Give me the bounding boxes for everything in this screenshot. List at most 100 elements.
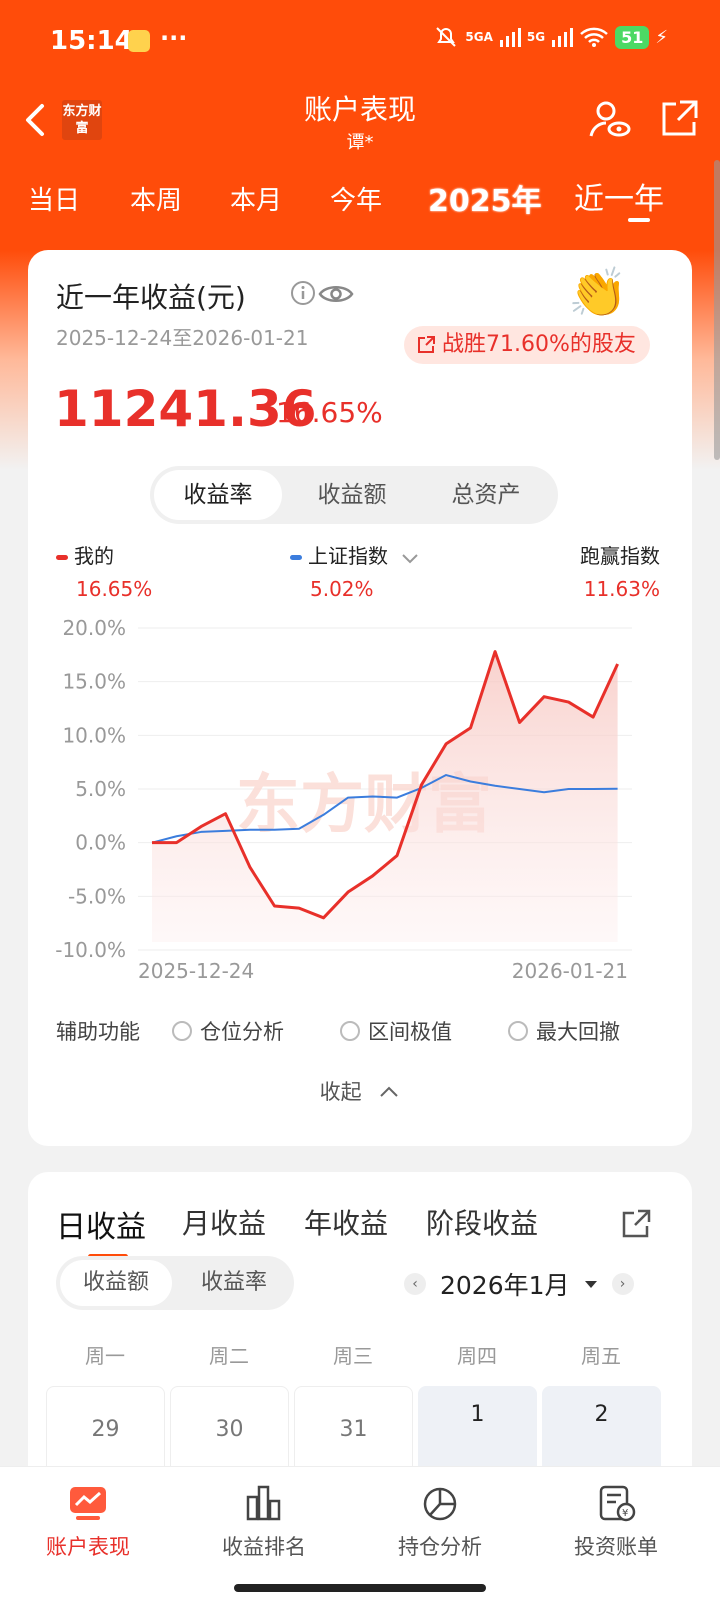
calendar-day[interactable]: 31: [294, 1386, 413, 1476]
pie-chart-icon: [423, 1487, 457, 1521]
legend-mine-label: 我的: [74, 544, 114, 568]
share-icon[interactable]: [620, 1208, 652, 1240]
metric-segment: 收益率 收益额 总资产: [150, 466, 558, 524]
weekday-label: 周一: [85, 1344, 125, 1368]
radio-icon: [508, 1021, 528, 1041]
legend-index-swatch: [290, 555, 302, 560]
return-chart[interactable]: 20.0%15.0%10.0%5.0%0.0%-5.0%-10.0%东方财富20…: [28, 610, 692, 980]
y-tick-label: 10.0%: [62, 723, 126, 747]
legend-mine-value: 16.65%: [76, 577, 153, 601]
legend-mine: 我的 16.65%: [56, 540, 152, 601]
profit-card: 近一年收益(元) 2025-12-24至2026-01-21 👏 战胜71.60…: [28, 250, 692, 1146]
performance-icon: [70, 1487, 106, 1520]
month-picker: ‹ 2026年1月 ›: [404, 1266, 634, 1302]
legend-index[interactable]: 上证指数 5.02%: [290, 540, 420, 601]
notification-app-icon: [128, 30, 150, 52]
tab-this-year[interactable]: 今年: [330, 180, 382, 217]
network-5g-label: 5G: [526, 30, 546, 44]
weekday-label: 周四: [457, 1344, 497, 1368]
y-tick-label: 0.0%: [75, 831, 126, 855]
date-range: 2025-12-24至2026-01-21: [56, 326, 309, 350]
more-notifications-icon: ···: [160, 24, 188, 52]
tab-monthly[interactable]: 月收益: [182, 1202, 266, 1242]
tab-yearly[interactable]: 年收益: [304, 1202, 388, 1242]
nav-holding-analysis[interactable]: 持仓分析: [370, 1483, 510, 1561]
profit-rate: 16.65%: [276, 396, 383, 429]
nav-label: 账户表现: [46, 1535, 130, 1559]
aux-label: 辅助功能: [56, 1020, 140, 1044]
y-tick-label: 15.0%: [62, 670, 126, 694]
segment-amount[interactable]: 收益额: [60, 1260, 172, 1306]
active-tab-indicator: [628, 218, 650, 222]
nav-bar: 东方财富 账户表现 谭*: [0, 80, 720, 160]
beat-badge[interactable]: 战胜71.60%的股友: [404, 326, 650, 364]
wifi-icon: [580, 27, 608, 47]
nav-label: 投资账单: [574, 1535, 658, 1559]
tab-week[interactable]: 本周: [130, 180, 182, 217]
calendar-day[interactable]: 30: [170, 1386, 289, 1476]
y-tick-label: -10.0%: [55, 938, 126, 962]
profit-title: 近一年收益(元): [56, 281, 246, 314]
bar-chart-icon: [246, 1485, 281, 1521]
legend-beat: 跑赢指数 11.63%: [580, 540, 660, 601]
status-time: 15:14: [50, 26, 133, 56]
chevron-down-icon: [402, 553, 419, 563]
returns-segment: 收益额 收益率: [56, 1256, 294, 1310]
weekday-label: 周三: [333, 1344, 373, 1368]
period-tabs: 当日 本周 本月 今年 2025年 近一年: [0, 172, 720, 228]
clapping-hands-icon: 👏: [568, 265, 628, 321]
chevron-up-icon: [380, 1086, 399, 1097]
user-view-icon[interactable]: [588, 98, 632, 142]
tab-stage[interactable]: 阶段收益: [426, 1202, 538, 1242]
nav-account-performance[interactable]: 账户表现: [18, 1483, 158, 1561]
eye-icon[interactable]: [318, 282, 354, 306]
calendar-day[interactable]: 29: [46, 1386, 165, 1476]
legend-index-value: 5.02%: [310, 577, 374, 601]
tab-daily[interactable]: 日收益: [56, 1202, 146, 1246]
legend-index-label: 上证指数: [308, 544, 388, 568]
signal-icon-2: [552, 28, 574, 47]
aux-option-label: 仓位分析: [200, 1020, 284, 1044]
battery-level: 51: [615, 25, 650, 49]
info-icon[interactable]: [290, 280, 316, 306]
y-tick-label: 20.0%: [62, 616, 126, 640]
aux-option-label: 最大回撤: [536, 1020, 620, 1044]
status-bar: 15:14 ··· 5GA 5G 51 ⚡: [0, 0, 720, 80]
bottom-nav: 账户表现 收益排名 持仓分析 ¥ 投资账单: [0, 1466, 720, 1600]
aux-max-drawdown[interactable]: 最大回撤: [508, 1016, 620, 1046]
aux-position-analysis[interactable]: 仓位分析: [172, 1016, 284, 1046]
nav-investment-bill[interactable]: ¥ 投资账单: [546, 1483, 686, 1561]
caret-down-icon[interactable]: [584, 1279, 598, 1289]
x-start-label: 2025-12-24: [138, 959, 254, 980]
tab-today[interactable]: 当日: [28, 180, 80, 217]
segment-amount[interactable]: 收益额: [288, 470, 416, 520]
tab-last-year[interactable]: 近一年: [574, 174, 664, 218]
prev-month-icon[interactable]: ‹: [404, 1273, 426, 1295]
y-tick-label: -5.0%: [68, 884, 126, 908]
next-month-icon[interactable]: ›: [611, 1273, 634, 1295]
weekday-label: 周五: [581, 1344, 621, 1368]
charging-icon: ⚡: [655, 26, 668, 48]
calendar-day[interactable]: 1: [418, 1386, 537, 1476]
nav-profit-ranking[interactable]: 收益排名: [194, 1483, 334, 1561]
aux-option-label: 区间极值: [368, 1020, 452, 1044]
aux-range-extreme[interactable]: 区间极值: [340, 1016, 452, 1046]
legend-beat-label: 跑赢指数: [580, 544, 660, 568]
network-5ga-label: 5GA: [465, 30, 493, 44]
tab-month[interactable]: 本月: [230, 180, 282, 217]
segment-rate[interactable]: 收益率: [154, 470, 282, 520]
month-label[interactable]: 2026年1月: [440, 1266, 570, 1302]
tab-2025[interactable]: 2025年: [428, 176, 542, 220]
weekday-header: 周一 周二 周三 周四 周五: [46, 1340, 666, 1370]
legend-beat-value: 11.63%: [583, 577, 660, 601]
segment-rate[interactable]: 收益率: [178, 1260, 290, 1306]
collapse-button[interactable]: 收起: [28, 1076, 692, 1106]
segment-assets[interactable]: 总资产: [422, 470, 550, 520]
share-icon[interactable]: [658, 98, 700, 140]
nav-label: 收益排名: [222, 1535, 306, 1559]
x-end-label: 2026-01-21: [512, 959, 628, 980]
calendar-day[interactable]: 2: [542, 1386, 661, 1476]
mute-bell-icon: [436, 27, 457, 47]
radio-icon: [172, 1021, 192, 1041]
share-small-icon: [418, 336, 435, 353]
